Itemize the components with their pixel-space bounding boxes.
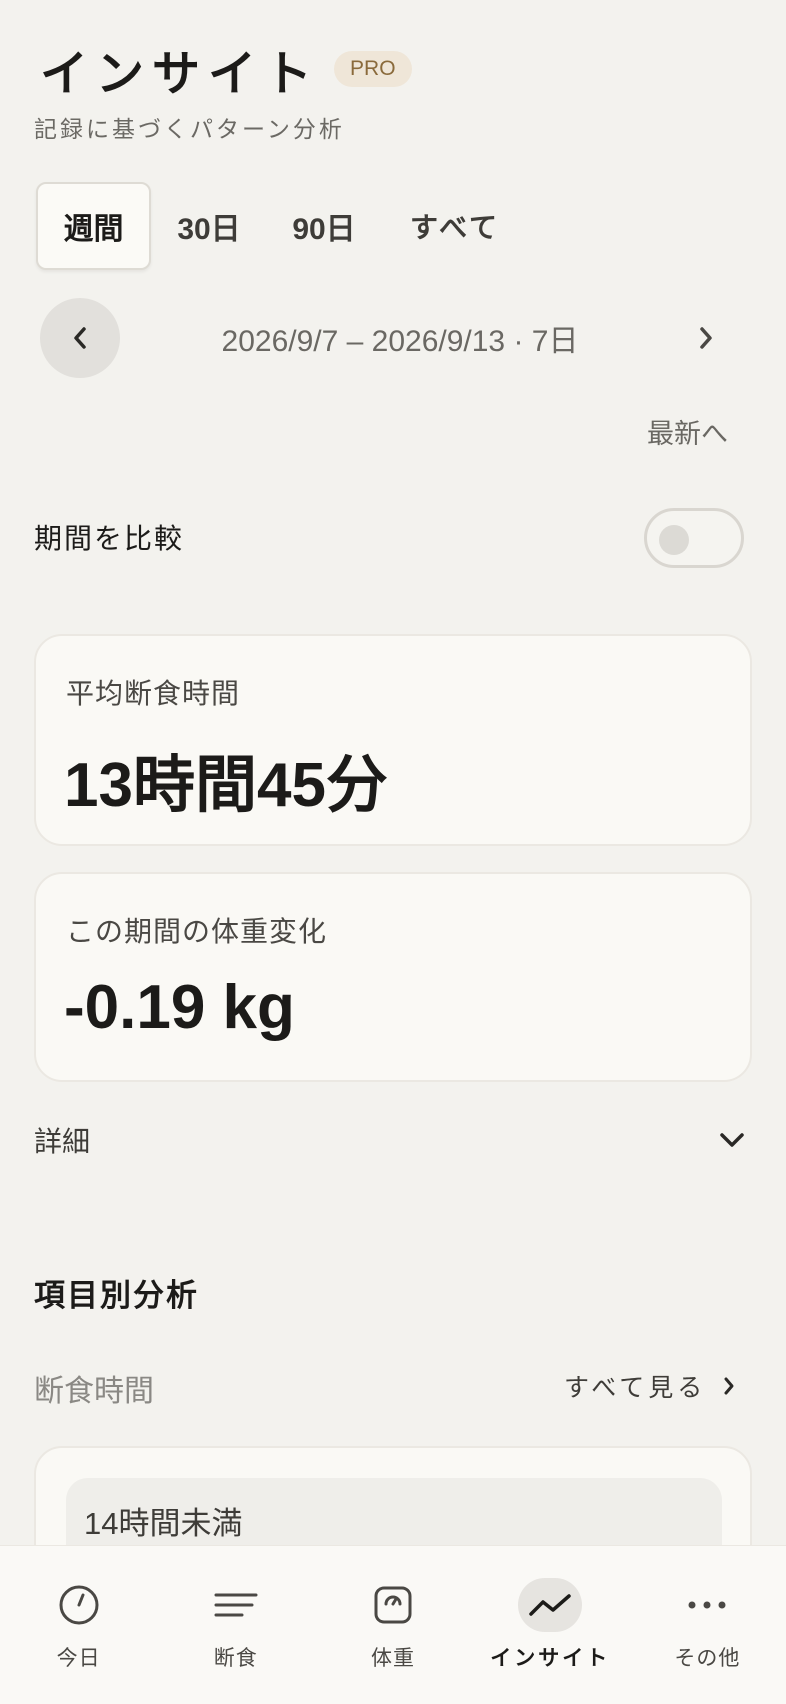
nav-label: 今日 bbox=[56, 1646, 101, 1670]
weight-change-label: この期間の体重変化 bbox=[66, 915, 328, 948]
lines-icon bbox=[214, 1593, 258, 1617]
bucket-label: 14時間未満 bbox=[84, 1506, 243, 1541]
next-period-button[interactable] bbox=[686, 316, 726, 360]
avg-fasting-card: 平均断食時間 13時間45分 bbox=[34, 634, 752, 846]
tab-90-days[interactable]: 90日 bbox=[267, 182, 381, 270]
nav-insights[interactable]: インサイト bbox=[472, 1546, 629, 1704]
nav-fasting[interactable]: 断食 bbox=[157, 1546, 314, 1704]
weight-change-value: -0.19 kg bbox=[64, 973, 295, 1042]
details-label: 詳細 bbox=[34, 1125, 91, 1158]
chevron-down-icon bbox=[720, 1133, 744, 1147]
tab-weekly[interactable]: 週間 bbox=[36, 182, 151, 270]
avg-fasting-label: 平均断食時間 bbox=[66, 677, 241, 710]
chevron-right-icon bbox=[700, 327, 712, 349]
trend-icon bbox=[529, 1594, 571, 1616]
title-row: インサイト PRO bbox=[40, 34, 412, 104]
pro-badge: PRO bbox=[334, 51, 412, 87]
insights-screen: インサイト PRO 記録に基づくパターン分析 週間 30日 90日 すべて 20… bbox=[0, 0, 786, 1704]
nav-label: インサイト bbox=[490, 1646, 611, 1670]
section-title: 項目別分析 bbox=[34, 1278, 199, 1314]
toggle-knob bbox=[659, 525, 689, 555]
nav-more[interactable]: その他 bbox=[629, 1546, 786, 1704]
category-label: 断食時間 bbox=[34, 1374, 154, 1409]
bottom-navigation: 今日 断食 体重 インサイト その他 bbox=[0, 1545, 786, 1704]
chevron-left-icon bbox=[74, 327, 86, 349]
chevron-right-icon bbox=[724, 1377, 734, 1395]
nav-weight[interactable]: 体重 bbox=[314, 1546, 471, 1704]
nav-label: 断食 bbox=[213, 1646, 258, 1670]
nav-label: その他 bbox=[674, 1646, 741, 1670]
nav-today[interactable]: 今日 bbox=[0, 1546, 157, 1704]
clock-icon bbox=[59, 1585, 99, 1625]
see-all-label: すべて見る bbox=[564, 1373, 707, 1402]
period-tabs: 週間 30日 90日 すべて bbox=[36, 182, 529, 270]
tab-all[interactable]: すべて bbox=[381, 182, 529, 270]
tab-30-days[interactable]: 30日 bbox=[151, 182, 267, 270]
avg-fasting-value: 13時間45分 bbox=[64, 751, 388, 820]
previous-period-button[interactable] bbox=[40, 298, 120, 378]
nav-label: 体重 bbox=[371, 1646, 415, 1670]
jump-to-latest-link[interactable]: 最新へ bbox=[647, 412, 728, 451]
date-range: 2026/9/7 – 2026/9/13 · 7日 bbox=[221, 325, 579, 358]
compare-periods-toggle[interactable] bbox=[644, 508, 744, 568]
page-title: インサイト bbox=[40, 46, 321, 102]
page-subtitle: 記録に基づくパターン分析 bbox=[34, 117, 345, 143]
more-icon bbox=[688, 1601, 726, 1609]
details-toggle[interactable]: 詳細 bbox=[34, 1120, 746, 1160]
scale-icon bbox=[374, 1586, 412, 1624]
see-all-link[interactable]: すべて見る bbox=[564, 1368, 736, 1404]
compare-periods-label: 期間を比較 bbox=[34, 522, 185, 555]
weight-change-card: この期間の体重変化 -0.19 kg bbox=[34, 872, 752, 1082]
